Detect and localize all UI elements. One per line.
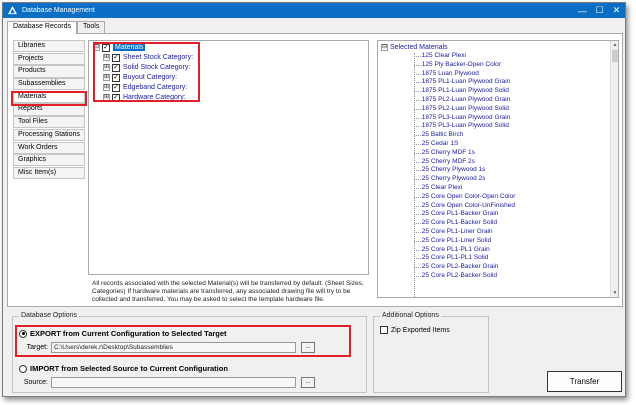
scroll-down-icon[interactable]: ▼ bbox=[611, 289, 618, 297]
selected-materials-label: Selected Materials bbox=[390, 44, 448, 51]
maximize-button[interactable]: ☐ bbox=[591, 3, 608, 18]
list-item[interactable]: .25 Core PL1-Liner Solid bbox=[414, 237, 606, 246]
nav-item-tool-files[interactable]: Tool Files bbox=[13, 116, 85, 129]
materials-items: .125 Clear Plexi .125 Ply Backer-Open Co… bbox=[414, 52, 606, 281]
materials-highlight-box bbox=[11, 91, 87, 106]
list-item[interactable]: .25 Core PL1-PL1 Grain bbox=[414, 246, 606, 255]
list-item[interactable]: .25 Core Open Color-Open Color bbox=[414, 193, 606, 202]
tab-database-records[interactable]: Database Records bbox=[7, 21, 77, 34]
list-item[interactable]: .125 Ply Backer-Open Color bbox=[414, 61, 606, 70]
nav-item-products[interactable]: Products bbox=[13, 65, 85, 78]
nav-item-work-orders[interactable]: Work Orders bbox=[13, 141, 85, 154]
database-management-window: Database Management — ☐ ✕ Database Recor… bbox=[2, 2, 626, 397]
list-item[interactable]: .25 Cherry Plywood 1s bbox=[414, 166, 606, 175]
record-type-nav: Libraries Projects Products Subassemblie… bbox=[13, 40, 85, 180]
app-icon bbox=[8, 6, 17, 15]
nav-item-subassemblies[interactable]: Subassemblies bbox=[13, 78, 85, 91]
zip-label: Zip Exported Items bbox=[391, 326, 450, 334]
list-item[interactable]: .1875 Luan Plywood bbox=[414, 70, 606, 79]
title-bar[interactable]: Database Management — ☐ ✕ bbox=[3, 3, 625, 18]
minimize-button[interactable]: — bbox=[574, 3, 591, 18]
tab-tools[interactable]: Tools bbox=[76, 21, 106, 33]
export-highlight-box bbox=[15, 325, 351, 357]
source-browse-button[interactable]: ... bbox=[301, 377, 315, 388]
nav-item-projects[interactable]: Projects bbox=[13, 52, 85, 65]
tree-guide-line bbox=[414, 53, 415, 297]
list-item[interactable]: .1875 PL3-Luan Plywood Solid bbox=[414, 122, 606, 131]
source-label: Source: bbox=[23, 379, 48, 386]
source-path-field[interactable] bbox=[51, 377, 296, 388]
list-item[interactable]: .25 Clear Plexi bbox=[414, 184, 606, 193]
list-item[interactable]: .25 Core PL1-PL1 Solid bbox=[414, 254, 606, 263]
database-records-panel: Libraries Projects Products Subassemblie… bbox=[7, 33, 623, 307]
nav-item-libraries[interactable]: Libraries bbox=[13, 40, 85, 53]
collapse-icon[interactable]: ⊟ bbox=[381, 44, 388, 51]
tab-bar: Database Records Tools bbox=[7, 21, 106, 34]
selected-materials-list[interactable]: ⊟ Selected Materials .125 Clear Plexi .1… bbox=[377, 40, 619, 298]
list-item[interactable]: .25 Core PL1-Backer Grain bbox=[414, 210, 606, 219]
radio-unchecked-icon[interactable] bbox=[19, 364, 27, 373]
scroll-thumb[interactable] bbox=[612, 50, 618, 62]
window-controls: — ☐ ✕ bbox=[574, 3, 625, 18]
additional-options-title: Additional Options bbox=[380, 312, 441, 319]
list-item[interactable]: .1875 PL2-Luan Plywood Grain bbox=[414, 96, 606, 105]
nav-item-misc-items[interactable]: Misc Item(s) bbox=[13, 166, 85, 180]
list-item[interactable]: .1875 PL3-Luan Plywood Grain bbox=[414, 114, 606, 123]
close-button[interactable]: ✕ bbox=[608, 3, 625, 18]
list-item[interactable]: .25 Cherry Plywood 2s bbox=[414, 175, 606, 184]
scroll-up-icon[interactable]: ▲ bbox=[611, 41, 618, 49]
list-item[interactable]: .25 Core PL1-Backer Solid bbox=[414, 219, 606, 228]
source-row: Source: ... bbox=[18, 377, 315, 388]
list-item[interactable]: .1875 PL2-Luan Plywood Solid bbox=[414, 105, 606, 114]
list-item[interactable]: .125 Clear Plexi bbox=[414, 52, 606, 61]
list-item[interactable]: .25 Cherry MDF 2s bbox=[414, 158, 606, 167]
list-item[interactable]: .25 Core Open Color-UnFinished bbox=[414, 202, 606, 211]
list-item[interactable]: .25 Cherry MDF 1s bbox=[414, 149, 606, 158]
list-item[interactable]: .25 Baltic Birch bbox=[414, 131, 606, 140]
list-item[interactable]: .1875 PL1-Luan Plywood Grain bbox=[414, 78, 606, 87]
transfer-notice: All records associated with the selected… bbox=[92, 280, 364, 303]
list-item[interactable]: .25 Core PL2-Backer Solid bbox=[414, 272, 606, 281]
list-item[interactable]: .1875 PL1-Luan Plywood Solid bbox=[414, 87, 606, 96]
list-item[interactable]: .25 Core PL1-Liner Grain bbox=[414, 228, 606, 237]
zip-option[interactable]: Zip Exported Items bbox=[380, 326, 450, 334]
list-item[interactable]: .25 Core PL2-Backer Grain bbox=[414, 263, 606, 272]
list-item[interactable]: .25 Cedar 1S bbox=[414, 140, 606, 149]
nav-item-processing-stations[interactable]: Processing Stations bbox=[13, 128, 85, 142]
materials-tree[interactable]: ⊟ ✓ Materials ⊞ ✓ Sheet Stock Category: … bbox=[88, 40, 369, 275]
window-title: Database Management bbox=[22, 7, 95, 14]
nav-item-graphics[interactable]: Graphics bbox=[13, 154, 85, 167]
import-label: IMPORT from Selected Source to Current C… bbox=[30, 364, 228, 373]
selected-materials-header[interactable]: ⊟ Selected Materials bbox=[381, 43, 448, 52]
import-option[interactable]: IMPORT from Selected Source to Current C… bbox=[19, 364, 228, 373]
checkbox-unchecked-icon[interactable] bbox=[380, 326, 388, 334]
additional-options-group: Additional Options Zip Exported Items bbox=[373, 312, 489, 393]
transfer-button[interactable]: Transfer bbox=[547, 371, 622, 392]
vertical-scrollbar[interactable]: ▲ ▼ bbox=[610, 41, 618, 297]
database-options-title: Database Options bbox=[19, 312, 80, 319]
categories-highlight-box bbox=[93, 42, 200, 102]
